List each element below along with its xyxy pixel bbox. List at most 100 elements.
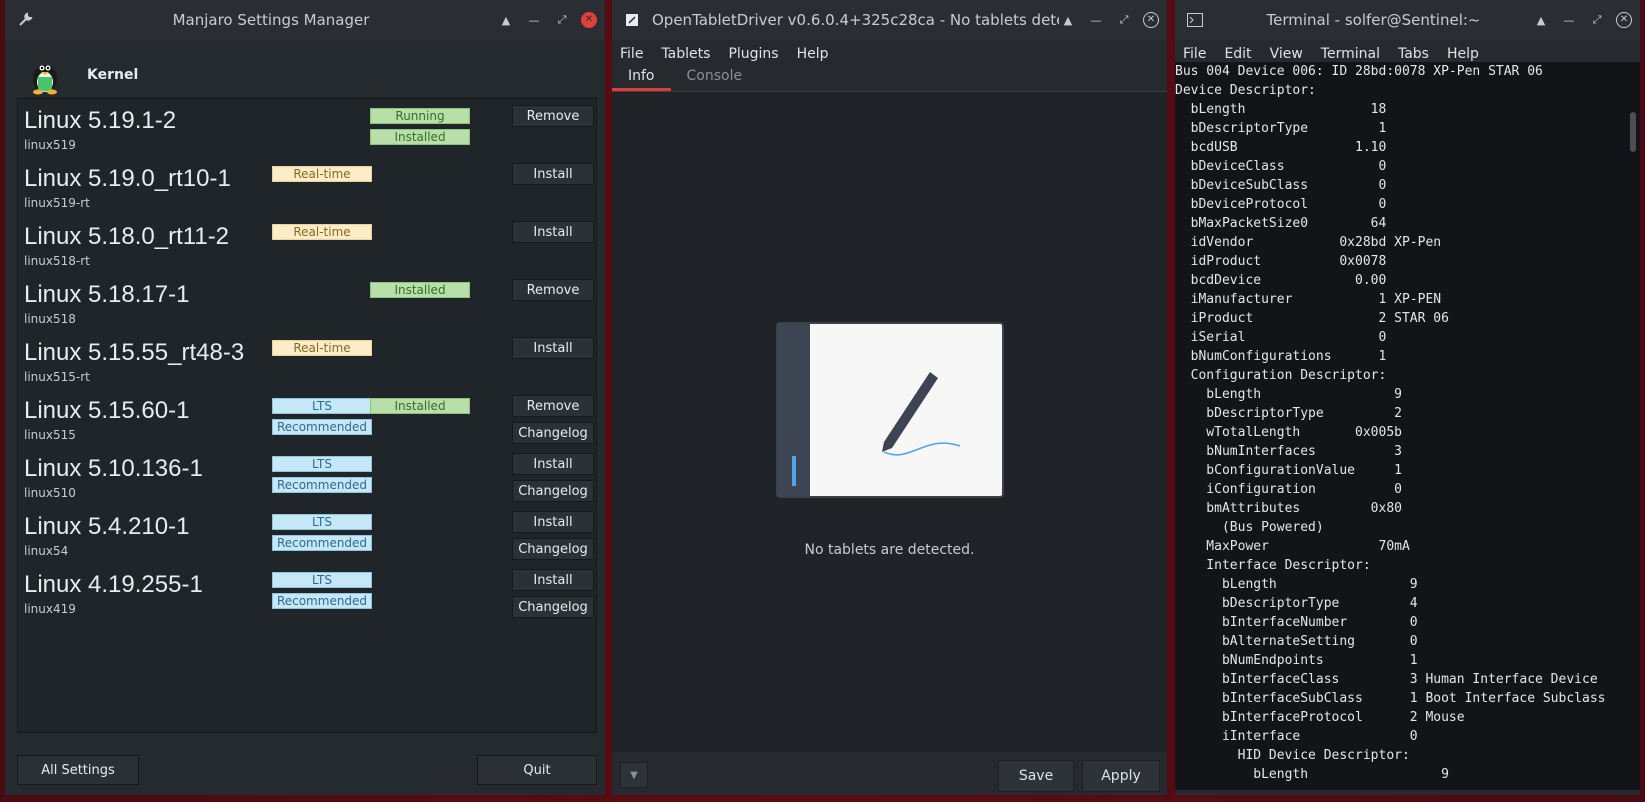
terminal-line: wTotalLength 0x005b [1175,425,1402,440]
terminal-line: idProduct 0x0078 [1175,254,1387,269]
kernel-row: Linux 5.19.1-2 linux519 Running Installed Re… [18,103,598,161]
recommended-badge: Recommended [272,419,372,435]
lts-badge: LTS [272,398,372,414]
menu-view[interactable]: View [1270,46,1303,62]
changelog-button[interactable]: Changelog [512,596,594,618]
kernel-name: Linux 4.19.255-1 [24,571,203,598]
quit-button[interactable]: Quit [477,755,597,785]
menu-tablets[interactable]: Tablets [661,46,710,62]
menu-file[interactable]: File [1183,46,1206,62]
changelog-button[interactable]: Changelog [512,538,594,560]
menu-plugins[interactable]: Plugins [728,46,778,62]
install-button[interactable]: Install [512,453,594,475]
close-icon[interactable]: ✕ [581,12,597,28]
menu-tabs[interactable]: Tabs [1398,46,1429,62]
scrollbar[interactable] [1630,112,1636,152]
kernel-package: linux518-rt [24,254,90,268]
menu-edit[interactable]: Edit [1224,46,1251,62]
install-button[interactable]: Install [512,337,594,359]
install-button[interactable]: Install [512,511,594,533]
minimize-icon[interactable]: — [1087,11,1105,29]
chevron-down-icon[interactable]: ▼ [620,762,648,788]
terminal-line: Device Descriptor: [1175,83,1316,98]
install-button[interactable]: Install [512,221,594,243]
menu-terminal[interactable]: Terminal [1321,46,1380,62]
maximize-icon[interactable]: ⤢ [1588,11,1606,29]
install-button[interactable]: Install [512,569,594,591]
menu-help[interactable]: Help [1447,46,1479,62]
tablet-indicator [792,456,796,486]
menu-help[interactable]: Help [797,46,829,62]
remove-button[interactable]: Remove [512,279,594,301]
terminal-line: bmAttributes 0x80 [1175,501,1402,516]
kernel-package: linux518 [24,312,76,326]
keep-above-icon[interactable]: ▲ [1532,11,1550,29]
terminal-line: iProduct 2 STAR 06 [1175,311,1449,326]
terminal-line: bConfigurationValue 1 [1175,463,1402,478]
kernel-list[interactable]: Linux 5.19.1-2 linux519 Running Installed Re… [17,98,597,733]
changelog-button[interactable]: Changelog [512,480,594,502]
kernel-row: Linux 5.4.210-1 linux54 LTS Recommended Inst… [18,509,598,567]
menu-file[interactable]: File [620,46,643,62]
terminal-line: MaxPower 70mA [1175,539,1410,554]
terminal-line: bDeviceClass 0 [1175,159,1387,174]
otd-titlebar[interactable]: OpenTabletDriver v0.6.0.4+325c28ca - No … [612,0,1167,40]
tab-info[interactable]: Info [612,62,671,91]
terminal-line: bLength 9 [1175,767,1449,782]
all-settings-button[interactable]: All Settings [17,755,139,785]
terminal-line: bAlternateSetting 0 [1175,634,1418,649]
remove-button[interactable]: Remove [512,395,594,417]
maximize-icon[interactable]: ⤢ [1115,11,1133,29]
save-button[interactable]: Save [998,760,1074,792]
minimize-icon[interactable]: — [1560,11,1578,29]
kernel-name: Linux 5.18.17-1 [24,281,190,308]
keep-above-icon[interactable]: ▲ [1059,11,1077,29]
terminal-line: bcdDevice 0.00 [1175,273,1387,288]
window-title: OpenTabletDriver v0.6.0.4+325c28ca - No … [652,11,1059,29]
apply-button[interactable]: Apply [1082,760,1160,792]
maximize-icon[interactable]: ⤢ [553,11,571,29]
window-title: Manjaro Settings Manager [172,11,370,29]
terminal-icon [1175,0,1215,40]
close-icon[interactable]: ✕ [1616,12,1632,28]
terminal-line: bInterfaceNumber 0 [1175,615,1418,630]
real-time-badge: Real-time [272,340,372,356]
terminal-line: bMaxPacketSize0 64 [1175,216,1387,231]
kernel-name: Linux 5.19.0_rt10-1 [24,165,231,192]
msm-titlebar[interactable]: Manjaro Settings Manager ▲ — ⤢ ✕ [5,0,605,40]
tab-console[interactable]: Console [671,62,759,91]
tablet-illustration [776,322,1004,498]
terminal-line: iSerial 0 [1175,330,1387,345]
install-button[interactable]: Install [512,163,594,185]
kernel-name: Linux 5.15.55_rt48-3 [24,339,245,366]
terminal-line: bLength 9 [1175,387,1402,402]
module-title: Kernel [87,67,139,83]
keep-above-icon[interactable]: ▲ [497,11,515,29]
kernel-package: linux515 [24,428,76,442]
minimize-icon[interactable]: — [525,11,543,29]
recommended-badge: Recommended [272,593,372,609]
terminal-line: bNumEndpoints 1 [1175,653,1418,668]
close-icon[interactable]: ✕ [1143,12,1159,28]
terminal-line: bDeviceProtocol 0 [1175,197,1387,212]
kernel-row: Linux 5.10.136-1 linux510 LTS Recommended In… [18,451,598,509]
running-badge: Running [370,108,470,124]
otd-footer: ▼ Save Apply [612,752,1167,795]
terminal-line: bLength 18 [1175,102,1387,117]
kernel-row: Linux 5.15.55_rt48-3 linux515-rt Real-time… [18,335,598,393]
kernel-name: Linux 5.18.0_rt11-2 [24,223,230,250]
terminal-line: bDescriptorType 4 [1175,596,1418,611]
no-tablets-message: No tablets are detected. [804,542,975,558]
installed-badge: Installed [370,129,470,145]
kernel-row: Linux 4.19.255-1 linux419 LTS Recommended In… [18,567,598,625]
tablet-app-icon [612,0,652,40]
remove-button[interactable]: Remove [512,105,594,127]
terminal-screen[interactable]: Bus 004 Device 006: ID 28bd:0078 XP-Pen … [1175,62,1640,790]
lts-badge: LTS [272,514,372,530]
kernel-row: Linux 5.15.60-1 linux515 LTS Recommended Ins… [18,393,598,451]
kernel-package: linux510 [24,486,76,500]
term-titlebar[interactable]: Terminal - solfer@Sentinel:~ ▲ — ⤢ ✕ [1175,0,1640,40]
changelog-button[interactable]: Changelog [512,422,594,444]
kernel-name: Linux 5.4.210-1 [24,513,190,540]
terminal-line: bNumInterfaces 3 [1175,444,1402,459]
